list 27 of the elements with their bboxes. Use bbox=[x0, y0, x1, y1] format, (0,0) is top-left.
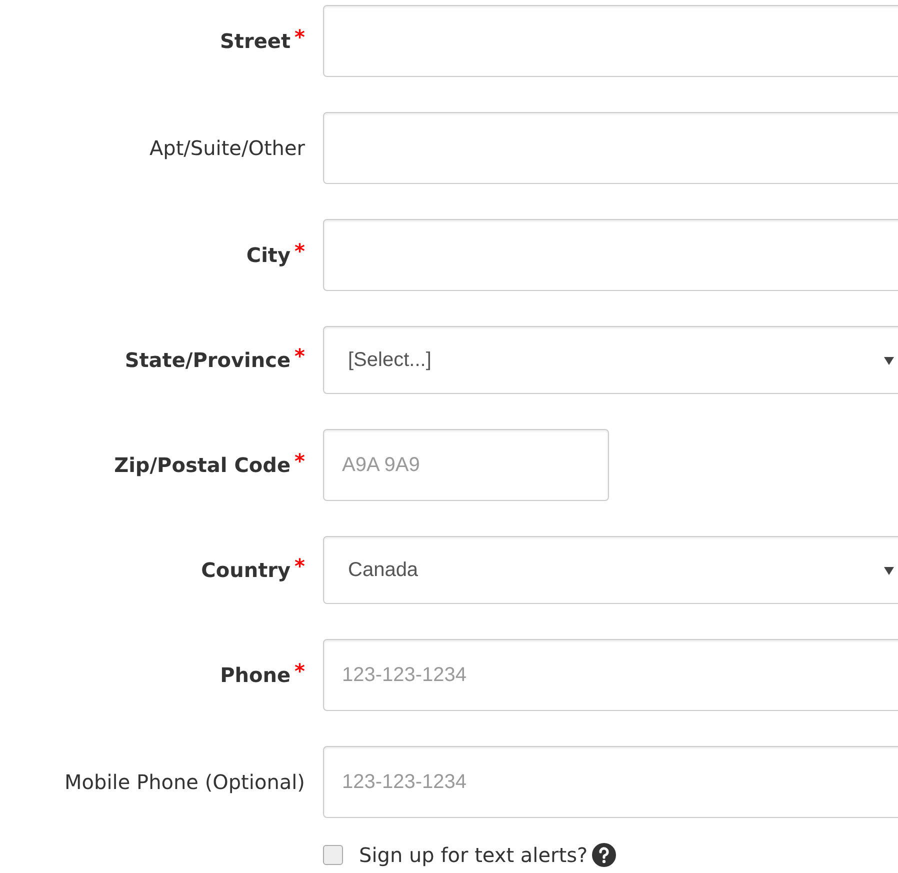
field-label: Country bbox=[201, 557, 291, 584]
field-label: Mobile Phone (Optional) bbox=[64, 769, 305, 796]
field-label: City bbox=[246, 242, 291, 269]
field-label: Apt/Suite/Other bbox=[149, 135, 305, 162]
dropdown[interactable]: Canada bbox=[323, 536, 898, 604]
field-label: State/Province bbox=[124, 347, 291, 374]
input-field[interactable] bbox=[323, 5, 898, 77]
field-label: Phone bbox=[220, 662, 291, 689]
dropdown[interactable]: [Select...] bbox=[323, 326, 898, 394]
input-field[interactable]: 123-123-1234 bbox=[323, 746, 898, 818]
caret-icon bbox=[884, 567, 894, 575]
input-field[interactable] bbox=[323, 112, 898, 184]
required-icon: * bbox=[294, 660, 305, 682]
caret-icon bbox=[884, 357, 894, 365]
checkbox[interactable] bbox=[323, 845, 343, 865]
checkbox-label: Sign up for text alerts? bbox=[359, 842, 588, 869]
required-icon: * bbox=[294, 555, 305, 577]
required-icon: * bbox=[294, 450, 305, 472]
help-icon[interactable] bbox=[592, 843, 616, 867]
required-icon: * bbox=[294, 345, 305, 367]
input-field[interactable] bbox=[323, 219, 898, 291]
required-icon: * bbox=[294, 26, 305, 48]
input-field[interactable]: 123-123-1234 bbox=[323, 639, 898, 711]
required-icon: * bbox=[294, 240, 305, 262]
field-label: Zip/Postal Code bbox=[114, 452, 291, 479]
field-label: Street bbox=[220, 28, 291, 55]
input-field[interactable]: A9A 9A9 bbox=[323, 429, 609, 501]
